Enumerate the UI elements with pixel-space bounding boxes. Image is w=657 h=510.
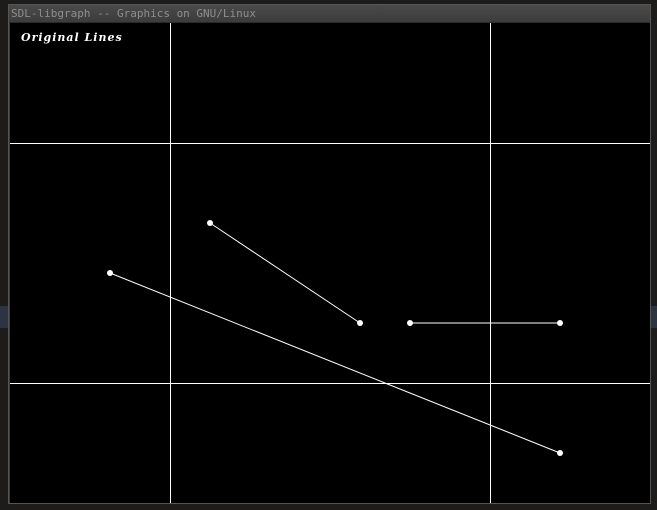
line-horizontal-start-point — [407, 320, 413, 326]
line-long-diagonal-end-point — [557, 450, 563, 456]
line-long-diagonal — [109, 272, 561, 454]
line-short-diagonal-end-point — [357, 320, 363, 326]
graphics-canvas[interactable]: Original Lines — [10, 23, 650, 503]
desktop-background: SDL-libgraph -- Graphics on GNU/Linux Or… — [0, 0, 657, 510]
window-title: SDL-libgraph -- Graphics on GNU/Linux — [11, 7, 257, 20]
line-long-diagonal-start-point — [107, 270, 113, 276]
sdl-window[interactable]: SDL-libgraph -- Graphics on GNU/Linux Or… — [8, 4, 651, 504]
line-short-diagonal — [209, 222, 361, 324]
canvas-drawing — [10, 23, 650, 503]
canvas-label: Original Lines — [21, 31, 123, 44]
window-titlebar[interactable]: SDL-libgraph -- Graphics on GNU/Linux — [9, 5, 650, 23]
line-short-diagonal-start-point — [207, 220, 213, 226]
line-horizontal-end-point — [557, 320, 563, 326]
